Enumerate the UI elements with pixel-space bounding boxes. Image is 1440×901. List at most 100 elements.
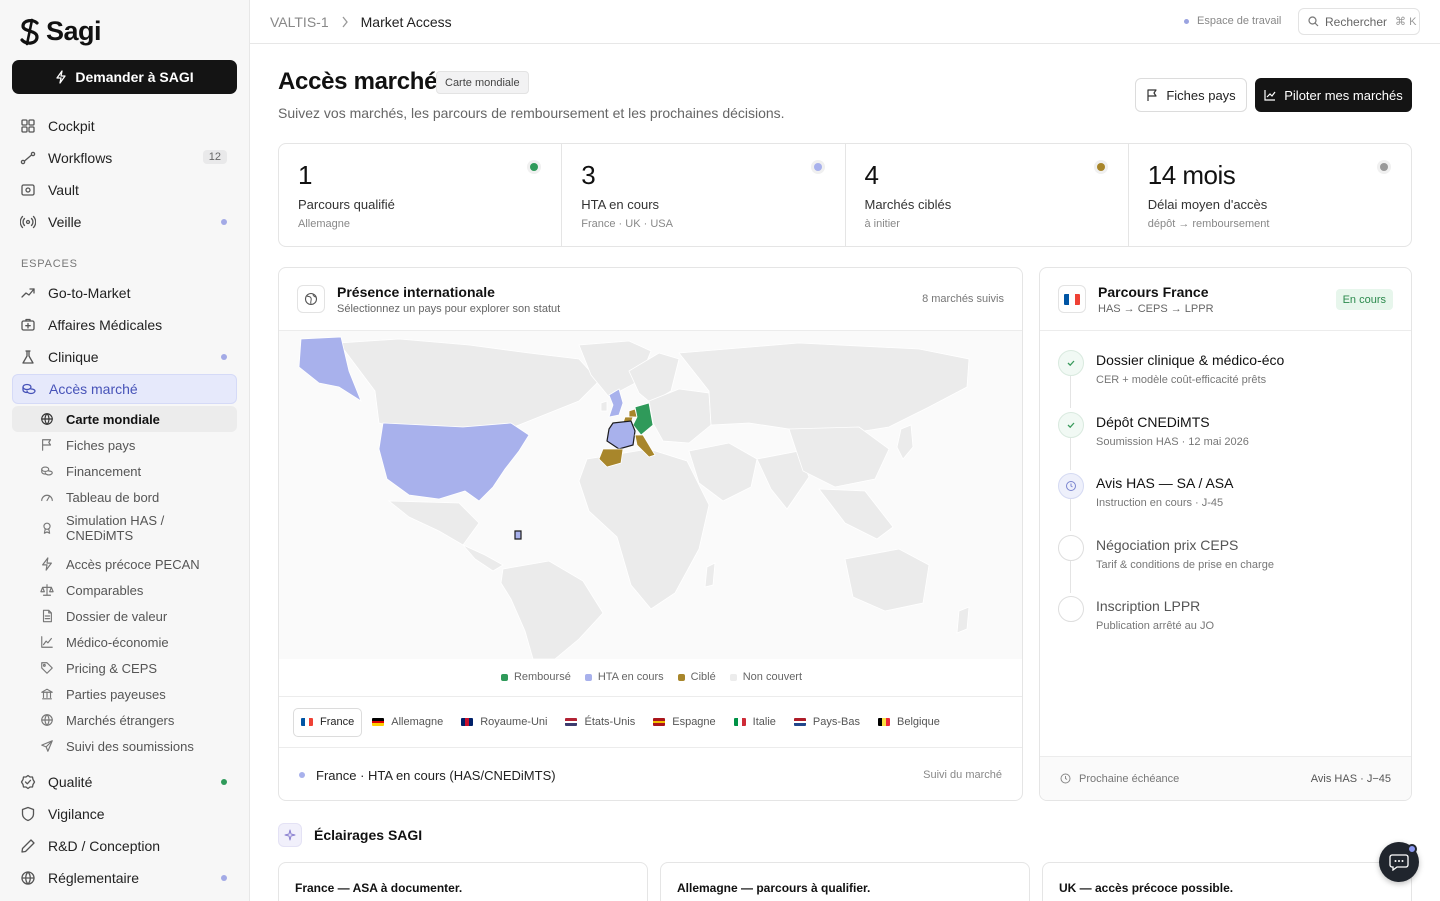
chart-line-icon (40, 635, 54, 649)
coins-icon (22, 383, 36, 395)
map-madagascar[interactable] (704, 562, 716, 588)
insight-card[interactable]: France — ASA à documenter. (278, 862, 648, 901)
sidebar-item-label: Affaires Médicales (48, 317, 163, 333)
parcours-step[interactable]: Négociation prix CEPS Tarif & conditions… (1058, 531, 1398, 593)
medical-case-icon (21, 318, 35, 331)
country-tab-pays-bas[interactable]: Pays-Bas (786, 708, 868, 737)
stats-row: 1 Parcours qualifié Allemagne 3 HTA en c… (278, 143, 1412, 247)
country-tab-allemagne[interactable]: Allemagne (364, 708, 451, 737)
app-logo[interactable]: Sagi (18, 16, 102, 47)
sidebar-item-veille[interactable]: Veille (12, 207, 237, 237)
legend-label: Remboursé (513, 671, 571, 683)
search-button[interactable]: Rechercher ⌘ K (1298, 8, 1420, 35)
country-tab-france[interactable]: France (293, 707, 363, 737)
parcours-card: Parcours France HAS → CEPS → LPPR En cou… (1039, 267, 1412, 801)
map-usa[interactable] (378, 422, 530, 502)
submenu-item-parties-payeuses[interactable]: Parties payeuses (12, 681, 237, 707)
sidebar-item-vigilance[interactable]: Vigilance (12, 799, 237, 829)
map-russia-asia[interactable] (678, 342, 970, 436)
workspace-indicator[interactable]: Espace de travail (1184, 15, 1281, 27)
sidebar-item-clinique[interactable]: Clinique (12, 342, 237, 372)
country-tab-espagne[interactable]: Espagne (645, 708, 723, 737)
map-new-zealand[interactable] (956, 606, 970, 634)
map-europe-east[interactable] (648, 388, 712, 444)
parcours-step[interactable]: Dépôt CNEDiMTS Soumission HAS · 12 mai 2… (1058, 408, 1398, 470)
insight-card[interactable]: UK — accès précoce possible. (1042, 862, 1412, 901)
map-africa[interactable] (578, 448, 710, 610)
sidebar-item-go-to-market[interactable]: Go-to-Market (12, 278, 237, 308)
submenu-item-label: Médico-économie (66, 634, 169, 650)
submenu-item-dossier-de-valeur[interactable]: Dossier de valeur (12, 603, 237, 629)
status-dot (221, 354, 227, 360)
map-mexico[interactable] (387, 500, 480, 546)
medical-case-icon (20, 317, 36, 333)
world-map[interactable] (279, 331, 1022, 659)
sidebar-item-cockpit[interactable]: Cockpit (12, 111, 237, 141)
stat-value: 3 (581, 160, 596, 190)
submenu-item-pricing-ceps[interactable]: Pricing & CEPS (12, 655, 237, 681)
country-status-row[interactable]: France · HTA en cours (HAS/CNEDiMTS) Sui… (279, 749, 1022, 800)
map-french-guiana[interactable] (514, 530, 522, 540)
fiches-pays-button[interactable]: Fiches pays (1135, 78, 1247, 112)
stat-card[interactable]: 3 HTA en cours France · UK · USA (562, 144, 846, 246)
clock-icon (1058, 473, 1084, 499)
sidebar-item-vault[interactable]: Vault (12, 175, 237, 205)
map-germany[interactable] (632, 402, 654, 436)
step-connector (1070, 560, 1071, 593)
globe-icon (41, 714, 53, 726)
piloter-marches-button[interactable]: Piloter mes marchés (1255, 78, 1412, 112)
country-tab-belgique[interactable]: Belgique (870, 708, 948, 737)
submenu-item-simulation-has[interactable]: Simulation HAS / CNEDiMTS (12, 510, 237, 546)
sidebar-item-workflows[interactable]: Workflows 12 (12, 143, 237, 173)
insight-card[interactable]: Allemagne — parcours à qualifier. (660, 862, 1030, 901)
sidebar-item-r-glementaire[interactable]: Réglementaire (12, 863, 237, 893)
stat-card[interactable]: 1 Parcours qualifié Allemagne (279, 144, 563, 246)
ask-sagi-label: Demander à SAGI (75, 69, 194, 85)
sagi-logo-icon (20, 18, 39, 45)
submenu-item-march-s-trangers[interactable]: Marchés étrangers (12, 707, 237, 733)
country-tab-italie[interactable]: Italie (726, 708, 784, 737)
breadcrumb-project[interactable]: VALTIS-1 (270, 14, 329, 30)
submenu-item-label: Fiches pays (66, 437, 136, 453)
stat-card[interactable]: 4 Marchés ciblés à initier (846, 144, 1129, 246)
submenu-item-financement[interactable]: Financement (12, 458, 237, 484)
map-canada[interactable] (338, 338, 600, 434)
map-south-america[interactable] (500, 560, 604, 659)
country-tab-royaume-uni[interactable]: Royaume-Uni (453, 708, 555, 737)
submenu-item-tableau-de-bord[interactable]: Tableau de bord (12, 484, 237, 510)
country-tab-label: Allemagne (391, 716, 444, 728)
submenu-item-carte-mondiale[interactable]: Carte mondiale (12, 406, 237, 432)
map-australia[interactable] (844, 548, 930, 612)
map-southeast-asia[interactable] (818, 488, 894, 540)
submenu-item-fiches-pays[interactable]: Fiches pays (12, 432, 237, 458)
map-japan[interactable] (896, 424, 914, 460)
submenu-item-acc-s-pr-coce-pecan[interactable]: Accès précoce PECAN (12, 551, 237, 577)
sidebar-item-affaires-m-dicales[interactable]: Affaires Médicales (12, 310, 237, 340)
breadcrumb: VALTIS-1 Market Access (270, 14, 452, 30)
section-label-espaces: ESPACES (21, 258, 78, 270)
map-france[interactable] (606, 420, 636, 450)
country-tab--tats-unis[interactable]: États-Unis (557, 708, 643, 737)
country-tab-label: États-Unis (584, 716, 636, 728)
map-ireland[interactable] (600, 400, 608, 412)
scale-icon (40, 583, 54, 597)
parcours-step[interactable]: Inscription LPPR Publication arrêté au J… (1058, 592, 1398, 652)
chat-button[interactable] (1379, 842, 1419, 882)
sidebar-item-qualit-[interactable]: Qualité (12, 767, 237, 797)
card-title: Parcours France (1098, 284, 1209, 300)
submenu-item-suivi-des-soumissions[interactable]: Suivi des soumissions (12, 733, 237, 759)
submenu-item-m-dico-conomie[interactable]: Médico-économie (12, 629, 237, 655)
parcours-step[interactable]: Avis HAS — SA / ASA Instruction en cours… (1058, 469, 1398, 531)
sidebar-item-r-d-conception[interactable]: R&D / Conception (12, 831, 237, 861)
submenu-item-comparables[interactable]: Comparables (12, 577, 237, 603)
sidebar-item-acc-s-march-[interactable]: Accès marché (12, 374, 237, 404)
map-central-america[interactable] (462, 544, 504, 572)
parcours-step[interactable]: Dossier clinique & médico-éco CER + modè… (1058, 346, 1398, 408)
submenu-item-label: Pricing & CEPS (66, 660, 158, 676)
pending-step-icon (1058, 534, 1084, 561)
medal-icon (43, 522, 51, 534)
stat-card[interactable]: 14 mois Délai moyen d'accès dépôt → remb… (1129, 144, 1411, 246)
legend-item: Remboursé (500, 671, 571, 683)
market-follow-link[interactable]: Suivi du marché (923, 769, 1002, 781)
ask-sagi-button[interactable]: Demander à SAGI (12, 60, 237, 94)
